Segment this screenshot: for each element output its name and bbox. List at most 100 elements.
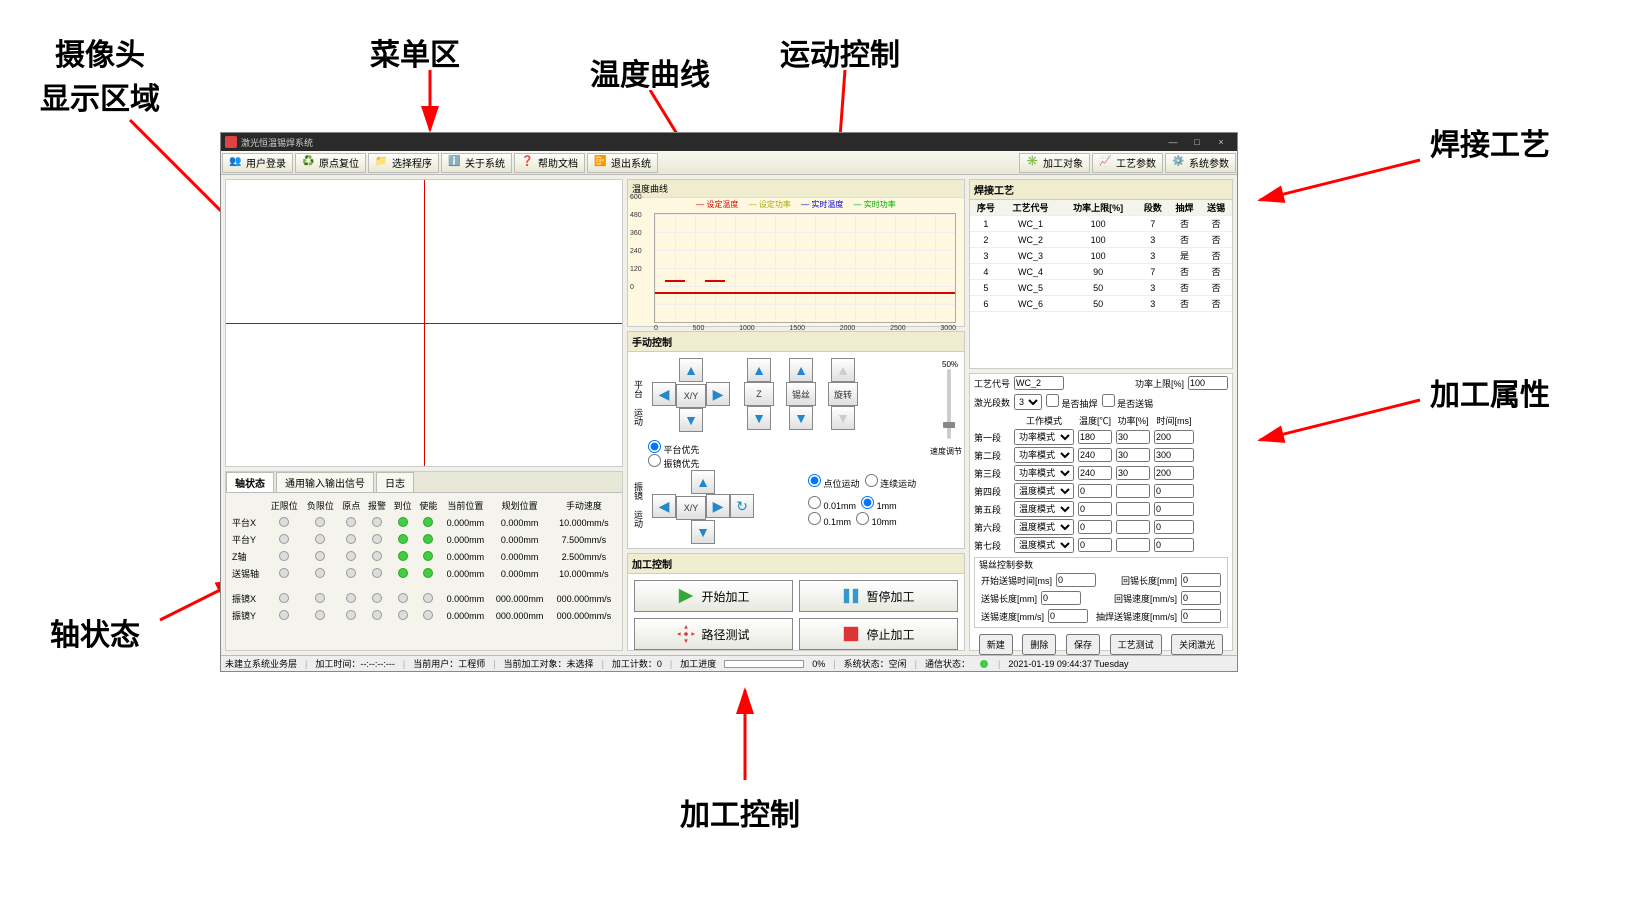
seg-field[interactable]: [1116, 430, 1150, 444]
seg-field[interactable]: [1116, 484, 1150, 498]
minimize-button[interactable]: —: [1161, 137, 1185, 147]
wire-drawspd-field[interactable]: [1181, 609, 1221, 623]
cont-move-radio[interactable]: 连续运动: [865, 479, 917, 489]
mode-select[interactable]: 温度模式: [1014, 501, 1074, 517]
wire-len-field[interactable]: [1041, 591, 1081, 605]
seg-field[interactable]: [1154, 484, 1194, 498]
mode-select[interactable]: 温度模式: [1014, 519, 1074, 535]
seg-field[interactable]: [1116, 520, 1150, 534]
seg-field[interactable]: [1116, 448, 1150, 462]
path-test-button[interactable]: 路径测试: [634, 618, 793, 650]
mode-select[interactable]: 温度模式: [1014, 483, 1074, 499]
galvo-x-right[interactable]: ▶: [706, 494, 730, 518]
login-button[interactable]: 👥用户登录: [222, 153, 293, 173]
align-button[interactable]: ✳️加工对象: [1019, 153, 1090, 173]
seg-field[interactable]: [1078, 466, 1112, 480]
seg-field[interactable]: [1078, 484, 1112, 498]
weld-row[interactable]: 4WC_4907否否: [970, 264, 1232, 280]
seg-field[interactable]: [1154, 538, 1194, 552]
select-program-button[interactable]: 📁选择程序: [368, 153, 439, 173]
power-limit-field[interactable]: [1188, 376, 1228, 390]
seg-field[interactable]: [1116, 466, 1150, 480]
platform-x-left[interactable]: ◀: [652, 382, 676, 406]
step-1-radio[interactable]: 1mm: [861, 501, 897, 511]
status-led: [315, 610, 325, 620]
wire-down[interactable]: ▼: [789, 406, 813, 430]
weld-row[interactable]: 2WC_21003否否: [970, 232, 1232, 248]
weld-table[interactable]: 序号工艺代号功率上限[%]段数抽焊送锡 1WC_11007否否2WC_21003…: [970, 200, 1232, 312]
status-led: [315, 517, 325, 527]
close-button[interactable]: ×: [1209, 137, 1233, 147]
craft-button[interactable]: 📈工艺参数: [1092, 153, 1163, 173]
platform-y-down[interactable]: ▼: [679, 408, 703, 432]
seg-field[interactable]: [1154, 466, 1194, 480]
status-led: [423, 610, 433, 620]
delete-button[interactable]: 删除: [1022, 634, 1056, 655]
seg-field[interactable]: [1078, 448, 1112, 462]
craft-test-button[interactable]: 工艺测试: [1110, 634, 1162, 655]
seg-field[interactable]: [1078, 502, 1112, 516]
galvo-x-left[interactable]: ◀: [652, 494, 676, 518]
home-button[interactable]: ♻️原点复位: [295, 153, 366, 173]
platform-x-right[interactable]: ▶: [706, 382, 730, 406]
wire-up[interactable]: ▲: [789, 358, 813, 382]
pause-button[interactable]: 暂停加工: [799, 580, 958, 612]
tab-log[interactable]: 日志: [376, 472, 414, 492]
rotate-up[interactable]: ▲: [831, 358, 855, 382]
weld-row[interactable]: 6WC_6503否否: [970, 296, 1232, 312]
code-field[interactable]: [1014, 376, 1064, 390]
speed-slider[interactable]: 50%: [942, 360, 956, 440]
close-laser-button[interactable]: 关闭激光: [1171, 634, 1223, 655]
save-button[interactable]: 保存: [1066, 634, 1100, 655]
seg-field[interactable]: [1154, 430, 1194, 444]
weld-row[interactable]: 3WC_31003是否: [970, 248, 1232, 264]
segment-count-select[interactable]: 3: [1014, 394, 1042, 410]
mode-select[interactable]: 功率模式: [1014, 447, 1074, 463]
weld-row[interactable]: 5WC_5503否否: [970, 280, 1232, 296]
step-01-radio[interactable]: 0.1mm: [808, 517, 851, 527]
galvo-y-down[interactable]: ▼: [691, 520, 715, 544]
maximize-button[interactable]: □: [1185, 137, 1209, 147]
status-led: [279, 534, 289, 544]
mode-select[interactable]: 功率模式: [1014, 429, 1074, 445]
point-move-radio[interactable]: 点位运动: [808, 479, 860, 489]
exit-button[interactable]: 📴退出系统: [587, 153, 658, 173]
status-led: [372, 517, 382, 527]
wire-backspd-field[interactable]: [1181, 591, 1221, 605]
anno-attrs: 加工属性: [1430, 370, 1550, 414]
weld-row[interactable]: 1WC_11007否否: [970, 216, 1232, 232]
seg-field[interactable]: [1116, 502, 1150, 516]
step-10-radio[interactable]: 10mm: [856, 517, 897, 527]
start-button[interactable]: 开始加工: [634, 580, 793, 612]
play-icon: [677, 587, 695, 605]
tab-io[interactable]: 通用输入输出信号: [276, 472, 374, 492]
mode-select[interactable]: 温度模式: [1014, 537, 1074, 553]
help-button[interactable]: ❓帮助文档: [514, 153, 585, 173]
wire-checkbox[interactable]: 是否送锡: [1102, 394, 1154, 410]
z-up[interactable]: ▲: [747, 358, 771, 382]
wire-spd-field[interactable]: [1048, 609, 1088, 623]
galvo-prio-radio[interactable]: 振镜优先: [648, 459, 700, 469]
mode-select[interactable]: 功率模式: [1014, 465, 1074, 481]
seg-field[interactable]: [1078, 538, 1112, 552]
new-button[interactable]: 新建: [979, 634, 1013, 655]
draw-checkbox[interactable]: 是否抽焊: [1046, 394, 1098, 410]
seg-field[interactable]: [1116, 538, 1150, 552]
seg-field[interactable]: [1078, 520, 1112, 534]
seg-field[interactable]: [1154, 520, 1194, 534]
platform-y-up[interactable]: ▲: [679, 358, 703, 382]
wire-delay-field[interactable]: [1056, 573, 1096, 587]
stop-button[interactable]: 停止加工: [799, 618, 958, 650]
seg-field[interactable]: [1154, 448, 1194, 462]
seg-field[interactable]: [1154, 502, 1194, 516]
system-button[interactable]: ⚙️系统参数: [1165, 153, 1236, 173]
galvo-y-up[interactable]: ▲: [691, 470, 715, 494]
step-001-radio[interactable]: 0.01mm: [808, 501, 856, 511]
z-down[interactable]: ▼: [747, 406, 771, 430]
tab-axis-status[interactable]: 轴状态: [226, 472, 274, 492]
seg-field[interactable]: [1078, 430, 1112, 444]
galvo-reset[interactable]: ↻: [730, 494, 754, 518]
about-button[interactable]: ℹ️关于系统: [441, 153, 512, 173]
wire-back-field[interactable]: [1181, 573, 1221, 587]
rotate-down[interactable]: ▼: [831, 406, 855, 430]
